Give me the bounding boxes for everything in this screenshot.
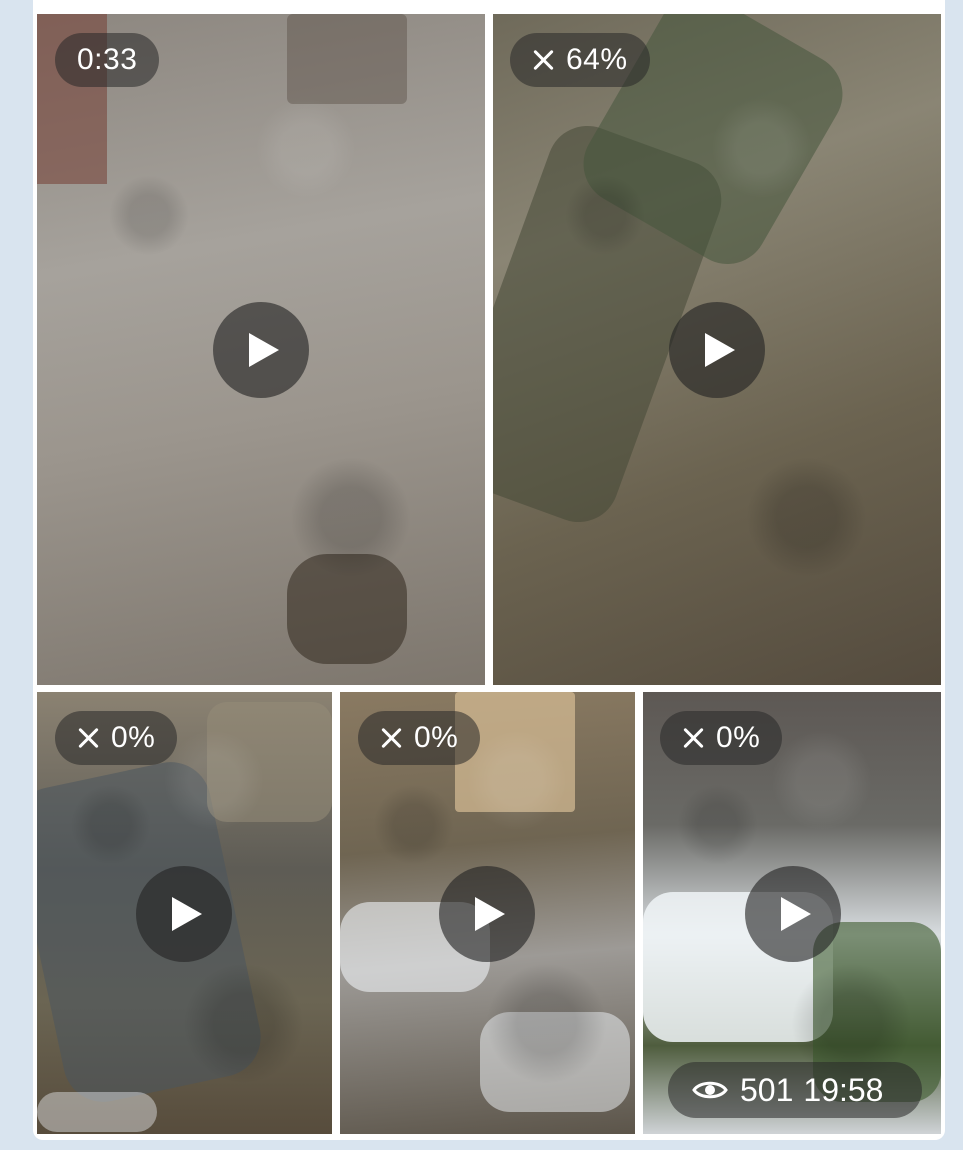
message-meta: 501 19:58 xyxy=(668,1062,922,1118)
close-icon[interactable] xyxy=(77,727,99,749)
play-icon xyxy=(705,333,735,367)
download-progress-badge-2[interactable]: 64% xyxy=(510,33,650,87)
duration-badge: 0:33 xyxy=(55,33,160,87)
view-count: 501 xyxy=(740,1071,794,1108)
eye-icon xyxy=(692,1078,728,1102)
close-icon[interactable] xyxy=(532,49,554,71)
play-button-5[interactable] xyxy=(745,866,841,962)
play-icon xyxy=(172,897,202,931)
play-button-4[interactable] xyxy=(439,866,535,962)
download-progress-badge-4[interactable]: 0% xyxy=(358,711,481,765)
play-button-1[interactable] xyxy=(213,302,309,398)
download-progress-badge-5[interactable]: 0% xyxy=(660,711,783,765)
crater-shape xyxy=(287,554,407,664)
play-icon xyxy=(475,897,505,931)
play-button-2[interactable] xyxy=(669,302,765,398)
debris-shape xyxy=(287,14,407,104)
download-progress-badge-3[interactable]: 0% xyxy=(55,711,178,765)
close-icon[interactable] xyxy=(380,727,402,749)
play-button-3[interactable] xyxy=(136,866,232,962)
play-icon xyxy=(249,333,279,367)
rocks-shape xyxy=(207,702,332,822)
play-icon xyxy=(781,897,811,931)
snow-patch xyxy=(480,1012,630,1112)
close-icon[interactable] xyxy=(682,727,704,749)
snow-patch xyxy=(37,1092,157,1132)
message-time: 19:58 xyxy=(803,1071,884,1108)
